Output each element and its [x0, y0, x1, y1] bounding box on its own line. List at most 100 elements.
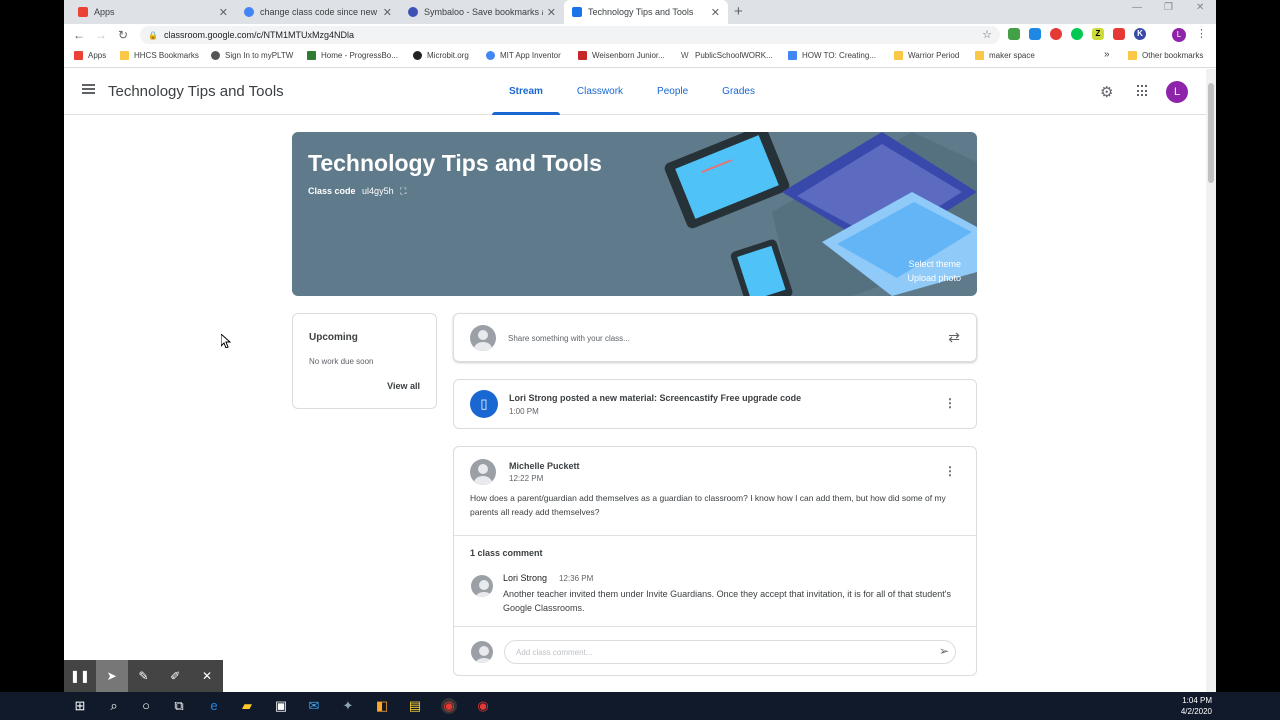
main-menu-icon[interactable] — [82, 84, 95, 94]
send-icon[interactable]: ➢ — [939, 644, 949, 658]
bookmark-microbit[interactable]: Microbit.org — [413, 51, 469, 60]
browser-tab-symbaloo[interactable]: Symbaloo - Save bookmarks and ✕ — [400, 0, 564, 24]
upcoming-card: Upcoming No work due soon View all — [292, 313, 437, 409]
cortana-icon[interactable]: ○ — [138, 698, 154, 714]
page-scrollbar[interactable] — [1206, 69, 1216, 692]
google-apps-icon[interactable] — [1137, 85, 1149, 97]
scrollbar-thumb[interactable] — [1208, 83, 1214, 183]
bookmark-apps[interactable]: Apps — [74, 51, 106, 60]
more-options-icon[interactable]: ⋮ — [944, 396, 956, 410]
bookmark-how-to[interactable]: HOW TO: Creating... — [788, 51, 876, 60]
app-icon[interactable]: ✦ — [340, 698, 356, 714]
address-bar[interactable]: 🔒 classroom.google.com/c/NTM1MTUxMzg4NDl… — [140, 26, 1000, 44]
browser-tab-change-class-code[interactable]: change class code since new goo ✕ — [236, 0, 400, 24]
classroom-header: Technology Tips and Tools Stream Classwo… — [64, 69, 1206, 115]
profile-icon[interactable]: L — [1172, 28, 1186, 42]
share-box[interactable]: Share something with your class... ⇄ — [453, 313, 977, 362]
bookmark-hhcs[interactable]: HHCS Bookmarks — [120, 51, 199, 60]
more-options-icon[interactable]: ⋮ — [944, 464, 956, 478]
tab-grades[interactable]: Grades — [705, 69, 772, 115]
sticky-notes-icon[interactable]: ▤ — [407, 698, 423, 714]
class-tabs: Stream Classwork People Grades — [492, 69, 772, 115]
browser-window: Apps ✕ change class code since new goo ✕… — [64, 0, 1216, 692]
apps-icon — [78, 7, 88, 17]
comment-time: 12:36 PM — [559, 574, 594, 583]
edge-icon[interactable]: e — [206, 698, 222, 714]
extension-icon[interactable] — [1113, 28, 1125, 40]
close-tab-icon[interactable]: ✕ — [383, 6, 392, 19]
bookmark-mit-app-inventor[interactable]: MIT App Inventor — [486, 51, 561, 60]
class-banner: Technology Tips and Tools Class code ul4… — [292, 132, 977, 296]
class-code: Class code ul4gy5h ⛶ — [308, 186, 406, 197]
bookmark-maker-space[interactable]: maker space — [975, 51, 1035, 60]
app-icon[interactable]: ◧ — [374, 698, 390, 714]
discussion-post: Michelle Puckett 12:22 PM ⋮ How does a p… — [453, 446, 977, 676]
comment-count[interactable]: 1 class comment — [470, 548, 543, 558]
chrome-icon[interactable]: ◉ — [475, 698, 491, 714]
close-window-icon[interactable]: ✕ — [1196, 2, 1204, 13]
bookmark-warrior-period[interactable]: Warrior Period — [894, 51, 959, 60]
extension-icon[interactable] — [1071, 28, 1083, 40]
select-theme-link[interactable]: Select theme — [908, 259, 961, 269]
extension-icon[interactable] — [1050, 28, 1062, 40]
tab-people[interactable]: People — [640, 69, 705, 115]
minimize-icon[interactable]: — — [1132, 2, 1142, 13]
highlighter-icon[interactable]: ✐ — [159, 660, 191, 692]
material-title[interactable]: Lori Strong posted a new material: Scree… — [509, 393, 801, 403]
material-post[interactable]: ▯ Lori Strong posted a new material: Scr… — [453, 379, 977, 429]
taskbar-clock[interactable]: 1:04 PM 4/2/2020 — [1181, 695, 1212, 717]
gear-icon[interactable]: ⚙ — [1100, 83, 1113, 101]
back-icon[interactable]: ← — [68, 28, 90, 42]
reload-icon[interactable]: ↻ — [112, 28, 134, 42]
share-placeholder[interactable]: Share something with your class... — [508, 334, 630, 343]
browser-menu-icon[interactable]: ⋮ — [1196, 27, 1207, 40]
upload-photo-link[interactable]: Upload photo — [907, 273, 961, 283]
tab-classwork[interactable]: Classwork — [560, 69, 640, 115]
view-all-link[interactable]: View all — [387, 381, 420, 391]
bookmark-publicschoolworks[interactable]: W PublicSchoolWORK... — [681, 51, 773, 60]
mail-icon[interactable]: ✉ — [306, 698, 322, 714]
extension-icon[interactable]: Z — [1092, 28, 1104, 40]
tab-strip: Apps ✕ change class code since new goo ✕… — [64, 0, 1216, 24]
class-title[interactable]: Technology Tips and Tools — [108, 83, 284, 100]
browser-tab-technology-tips[interactable]: Technology Tips and Tools ✕ — [564, 0, 728, 24]
repost-icon[interactable]: ⇄ — [948, 329, 960, 346]
w-icon: W — [681, 51, 690, 60]
browser-tab-apps[interactable]: Apps ✕ — [70, 0, 236, 24]
fullscreen-icon[interactable]: ⛶ — [400, 186, 406, 196]
star-icon[interactable]: ☆ — [982, 28, 992, 41]
clock-time: 1:04 PM — [1182, 696, 1212, 705]
search-icon[interactable]: ⌕ — [106, 698, 122, 714]
restore-icon[interactable]: ❐ — [1164, 2, 1173, 13]
bookmark-other[interactable]: Other bookmarks — [1128, 51, 1203, 60]
class-code-value: ul4gy5h — [362, 186, 394, 196]
extension-icon[interactable]: K — [1134, 28, 1146, 40]
url-text: classroom.google.com/c/NTM1MTUxMzg4NDla — [163, 30, 355, 40]
apps-icon — [74, 51, 83, 60]
close-tab-icon[interactable]: ✕ — [547, 6, 556, 19]
extension-icon[interactable] — [1029, 28, 1041, 40]
material-icon: ▯ — [470, 390, 498, 418]
task-view-icon[interactable]: ⧉ — [171, 698, 187, 714]
bookmark-pltw[interactable]: Sign In to myPLTW — [211, 51, 293, 60]
account-avatar[interactable]: L — [1166, 81, 1188, 103]
browser-toolbar: ← → ↻ 🔒 classroom.google.com/c/NTM1MTUxM… — [64, 24, 1216, 46]
extension-icon[interactable] — [1008, 28, 1020, 40]
pause-icon[interactable]: ❚❚ — [64, 660, 96, 692]
forward-icon[interactable]: → — [90, 28, 112, 42]
close-tab-icon[interactable]: ✕ — [219, 6, 228, 19]
more-bookmarks-icon[interactable]: » — [1104, 49, 1110, 60]
tab-stream[interactable]: Stream — [492, 69, 560, 115]
chrome-icon[interactable]: ◉ — [441, 698, 457, 714]
pointer-icon[interactable]: ➤ — [95, 660, 128, 692]
windows-start-icon[interactable]: ⊞ — [72, 698, 88, 714]
bookmark-progressbook[interactable]: Home - ProgressBo... — [307, 51, 398, 60]
new-tab-icon[interactable]: + — [734, 3, 743, 20]
pen-icon[interactable]: ✎ — [128, 660, 160, 692]
bookmark-weisenborn[interactable]: Weisenborn Junior... — [578, 51, 665, 60]
close-tab-icon[interactable]: ✕ — [711, 6, 720, 19]
store-icon[interactable]: ▣ — [273, 698, 289, 714]
file-explorer-icon[interactable]: ▰ — [239, 698, 255, 714]
close-icon[interactable]: ✕ — [191, 660, 223, 692]
add-comment-input[interactable]: Add class comment... ➢ — [504, 640, 956, 664]
